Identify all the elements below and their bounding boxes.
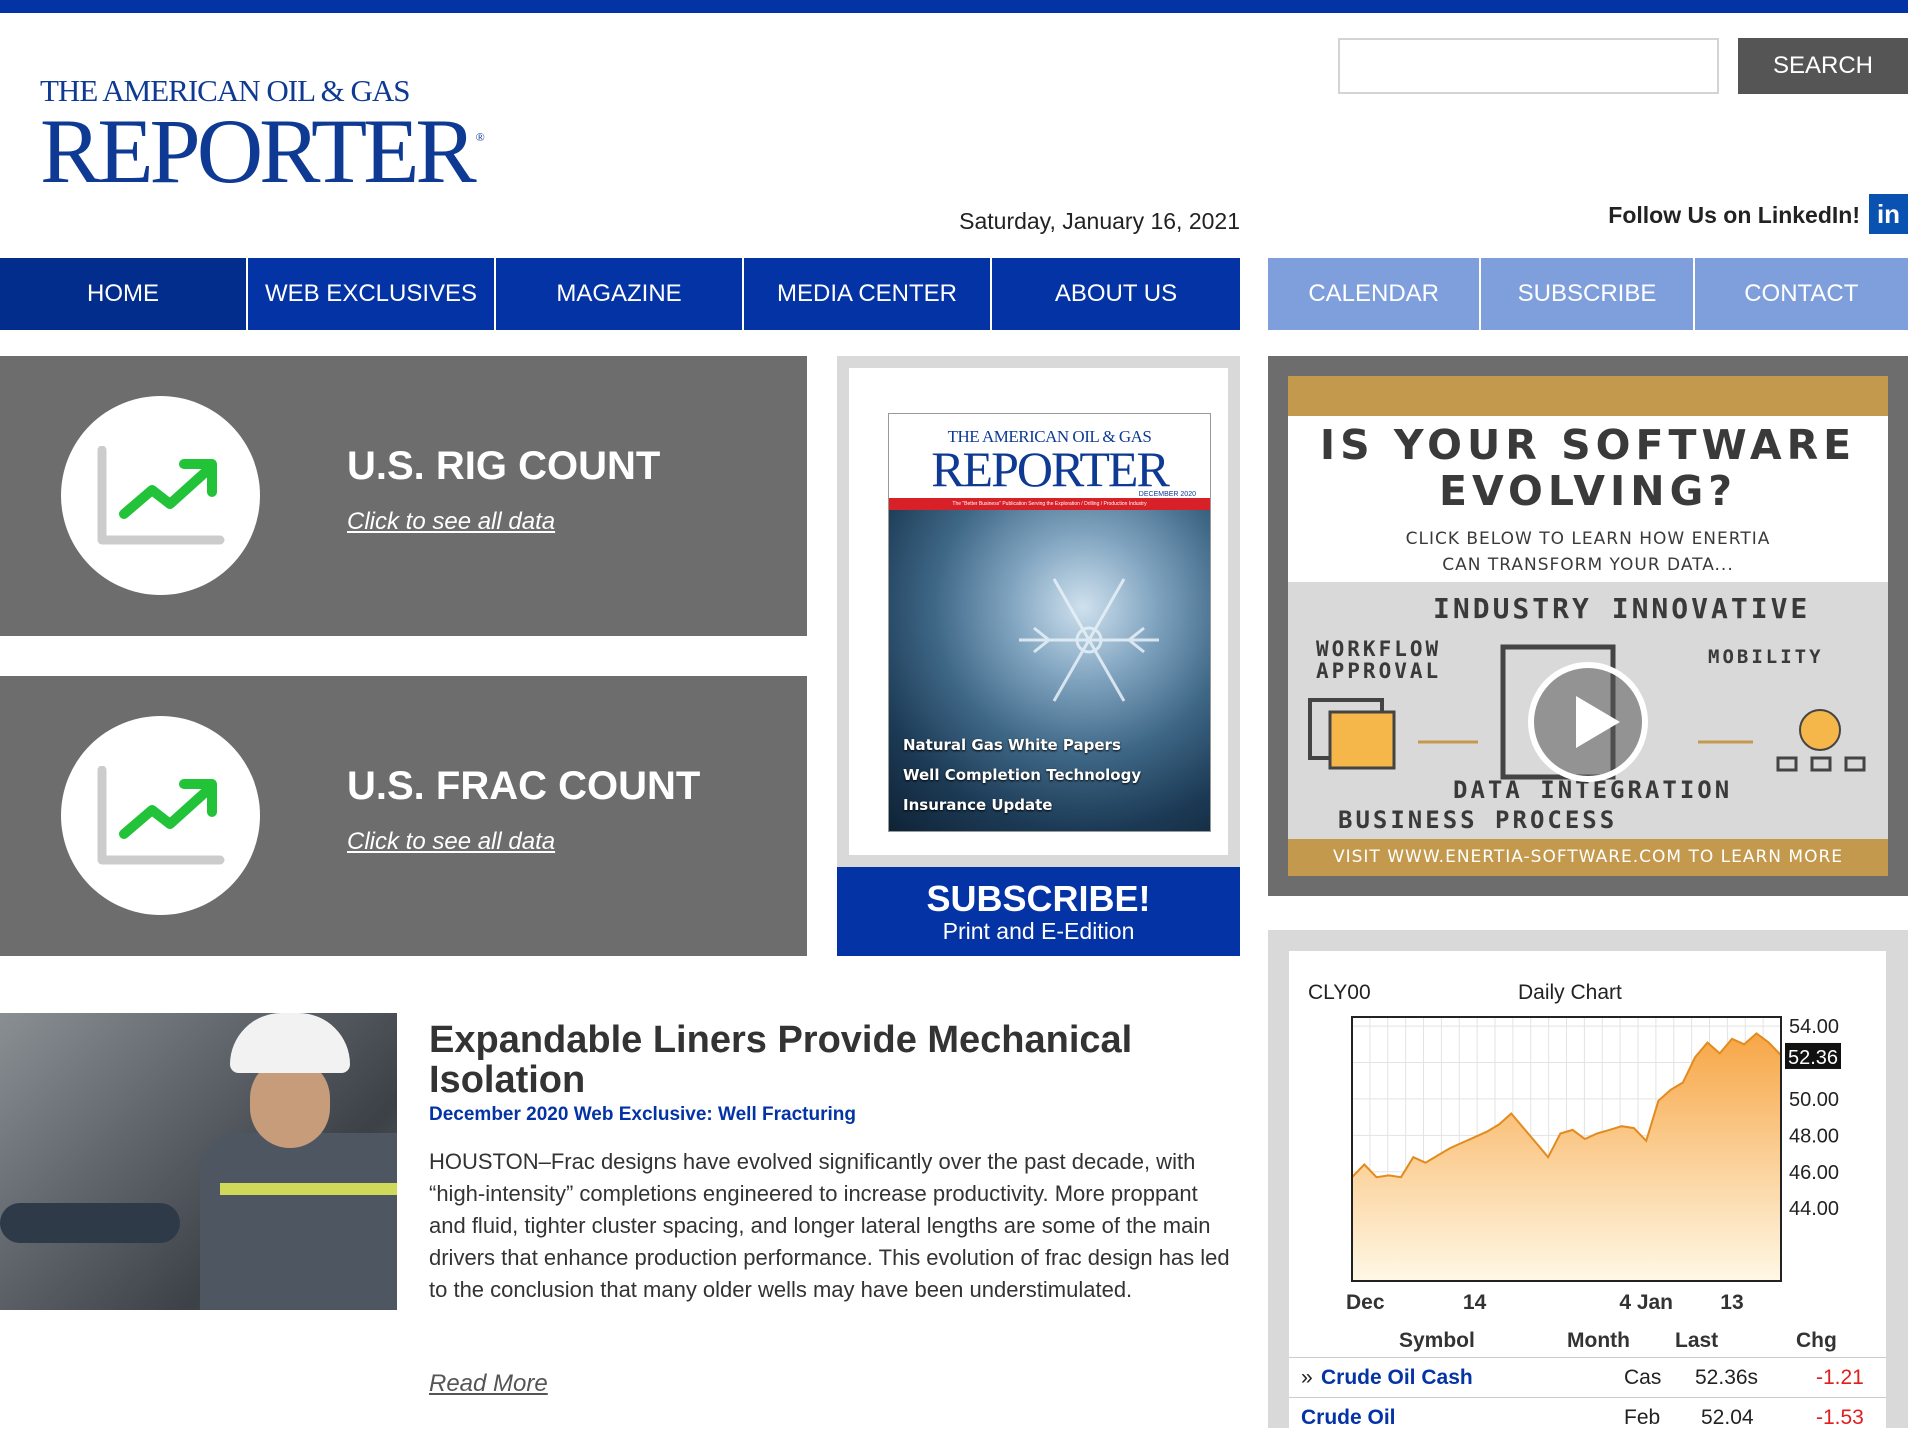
frac-count-panel[interactable]: U.S. FRAC COUNT Click to see all data bbox=[0, 676, 807, 956]
nav-media-center[interactable]: MEDIA CENTER bbox=[744, 258, 992, 330]
col-month: Month bbox=[1567, 1329, 1630, 1352]
row-month: Feb bbox=[1624, 1406, 1661, 1429]
subscribe-heading: SUBSCRIBE! bbox=[926, 878, 1151, 919]
main-nav: HOME WEB EXCLUSIVES MAGAZINE MEDIA CENTE… bbox=[0, 258, 1240, 330]
x-tick-label: 4 Jan bbox=[1619, 1291, 1673, 1314]
row-symbol-link[interactable]: Crude Oil bbox=[1301, 1406, 1396, 1430]
read-more-link[interactable]: Read More bbox=[429, 1370, 548, 1398]
snowflake-image: Natural Gas White Papers Well Completion… bbox=[889, 510, 1210, 831]
trend-up-icon bbox=[61, 396, 260, 595]
nav-home[interactable]: HOME bbox=[0, 258, 248, 330]
site-logo[interactable]: THE AMERICAN OIL & GAS REPORTER ® bbox=[40, 75, 485, 202]
col-last: Last bbox=[1675, 1329, 1719, 1352]
linkedin-icon[interactable]: in bbox=[1869, 194, 1908, 234]
ad-panel: IS YOUR SOFTWARE EVOLVING? CLICK BELOW T… bbox=[1268, 356, 1908, 896]
row-month: Cas bbox=[1624, 1366, 1662, 1389]
ad-sub-2: CAN TRANSFORM YOUR DATA... bbox=[1442, 555, 1734, 575]
row-prefix: » bbox=[1301, 1366, 1313, 1389]
cover-item-3: Insurance Update bbox=[903, 796, 1053, 814]
frac-count-title: U.S. FRAC COUNT bbox=[347, 764, 701, 808]
row-last: 52.04 bbox=[1701, 1406, 1754, 1429]
secondary-nav: CALENDAR SUBSCRIBE CONTACT bbox=[1268, 258, 1908, 330]
magazine-cover[interactable]: THE AMERICAN OIL & GAS REPORTER DECEMBER… bbox=[888, 413, 1211, 832]
row-symbol-link[interactable]: Crude Oil Cash bbox=[1321, 1366, 1473, 1390]
article-image[interactable] bbox=[0, 1013, 397, 1310]
nav-about-us[interactable]: ABOUT US bbox=[992, 258, 1240, 330]
nav-magazine[interactable]: MAGAZINE bbox=[496, 258, 744, 330]
nav-contact[interactable]: CONTACT bbox=[1694, 258, 1908, 330]
quote-row: » Crude Oil Cash Cas 52.36s -1.21 bbox=[1289, 1357, 1886, 1397]
x-tick-label: Dec bbox=[1346, 1291, 1385, 1314]
y-tick-label: 50.00 bbox=[1789, 1089, 1839, 1111]
follow-linkedin-label[interactable]: Follow Us on LinkedIn! bbox=[1500, 202, 1860, 229]
row-change: -1.53 bbox=[1816, 1406, 1864, 1429]
subscribe-banner[interactable]: SUBSCRIBE! Print and E-Edition bbox=[837, 867, 1240, 956]
rig-count-title: U.S. RIG COUNT bbox=[347, 444, 661, 488]
article-title[interactable]: Expandable Liners Provide Mechanical Iso… bbox=[429, 1020, 1209, 1100]
frac-count-link[interactable]: Click to see all data bbox=[347, 828, 555, 856]
cover-logo-line2: REPORTER bbox=[931, 441, 1170, 497]
cover-tagline: The "Better Business" Publication Servin… bbox=[889, 498, 1210, 510]
quote-table-header: Symbol Month Last Chg bbox=[1289, 1323, 1886, 1357]
y-tick-label: 54.00 bbox=[1789, 1016, 1839, 1038]
article-kicker[interactable]: December 2020 Web Exclusive: Well Fractu… bbox=[429, 1104, 856, 1126]
cover-item-1: Natural Gas White Papers bbox=[903, 736, 1121, 754]
col-chg: Chg bbox=[1796, 1329, 1837, 1352]
x-tick-label: 14 bbox=[1463, 1291, 1487, 1314]
cover-item-2: Well Completion Technology bbox=[903, 766, 1142, 784]
last-price-tag: 52.36 bbox=[1788, 1047, 1838, 1069]
nav-calendar[interactable]: CALENDAR bbox=[1268, 258, 1482, 330]
subscribe-subheading: Print and E-Edition bbox=[942, 918, 1135, 944]
ad-headline-2: EVOLVING? bbox=[1438, 467, 1738, 515]
y-tick-label: 48.00 bbox=[1789, 1125, 1839, 1147]
top-accent-bar bbox=[0, 0, 1908, 13]
row-change: -1.21 bbox=[1816, 1366, 1864, 1389]
row-last: 52.36s bbox=[1695, 1366, 1759, 1389]
crude-oil-chart[interactable]: 54.00 52.36 50.00 48.00 46.00 44.00 Dec 14 4 Jan… bbox=[1289, 951, 1886, 1323]
enertia-ad[interactable]: IS YOUR SOFTWARE EVOLVING? CLICK BELOW T… bbox=[1288, 376, 1888, 876]
quote-row: Crude Oil Feb 52.04 -1.53 bbox=[1289, 1397, 1886, 1437]
article-body: HOUSTON–Frac designs have evolved signif… bbox=[429, 1149, 1230, 1302]
y-tick-label: 46.00 bbox=[1789, 1162, 1839, 1184]
search-input[interactable] bbox=[1338, 38, 1719, 94]
ad-sub-1: CLICK BELOW TO LEARN HOW ENERTIA bbox=[1405, 529, 1771, 549]
logo-line2: REPORTER ® bbox=[40, 100, 485, 202]
ad-visit-link[interactable]: VISIT WWW.ENERTIA-SOFTWARE.COM TO LEARN … bbox=[1288, 839, 1888, 876]
trend-up-icon bbox=[61, 716, 260, 915]
play-video-button[interactable] bbox=[1528, 662, 1648, 782]
current-date: Saturday, January 16, 2021 bbox=[959, 208, 1240, 234]
ad-top-band bbox=[1288, 376, 1888, 416]
x-tick-label: 13 bbox=[1720, 1291, 1743, 1314]
rig-count-panel[interactable]: U.S. RIG COUNT Click to see all data bbox=[0, 356, 807, 636]
ad-headline-1: IS YOUR SOFTWARE bbox=[1319, 421, 1857, 469]
y-tick-label: 44.00 bbox=[1789, 1198, 1839, 1220]
search-button[interactable]: SEARCH bbox=[1738, 38, 1908, 94]
magazine-panel: THE AMERICAN OIL & GAS REPORTER DECEMBER… bbox=[837, 356, 1240, 867]
nav-subscribe[interactable]: SUBSCRIBE bbox=[1481, 258, 1695, 330]
col-symbol: Symbol bbox=[1399, 1329, 1475, 1352]
nav-web-exclusives[interactable]: WEB EXCLUSIVES bbox=[248, 258, 496, 330]
commodity-panel: CLY00 Daily Chart 54.00 52.36 50.00 48.00 46… bbox=[1268, 930, 1908, 1429]
ad-video-area: INDUSTRY INNOVATIVE WORKFLOW APPROVAL MO… bbox=[1288, 582, 1888, 839]
rig-count-link[interactable]: Click to see all data bbox=[347, 508, 555, 536]
